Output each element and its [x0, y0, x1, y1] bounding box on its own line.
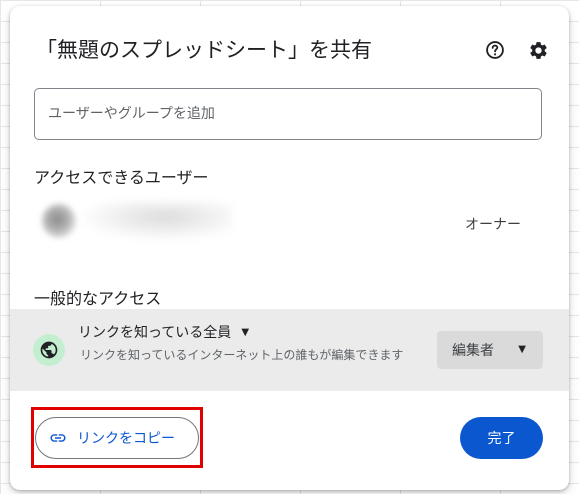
avatar [42, 204, 76, 238]
add-people-input[interactable] [34, 88, 542, 140]
general-access-heading: 一般的なアクセス [34, 289, 162, 308]
gear-icon[interactable] [527, 39, 549, 61]
access-role-label: 編集者 [452, 343, 494, 359]
caret-down-icon: ▼ [518, 344, 526, 355]
owner-role-label: オーナー [465, 217, 521, 233]
link-icon [49, 429, 67, 447]
caret-down-icon: ▼ [241, 326, 250, 338]
copy-link-button[interactable]: リンクをコピー [35, 417, 199, 459]
access-description: リンクを知っているインターネット上の誰もが編集できます [80, 348, 404, 362]
share-dialog: 「無題のスプレッドシート」を共有 アクセスできるユーザー オーナー 一般的なアク… [10, 6, 569, 490]
general-access-row: リンクを知っている全員 ▼ リンクを知っているインターネット上の誰もが編集できま… [10, 309, 569, 391]
globe-icon [33, 334, 65, 366]
help-icon[interactable] [484, 39, 506, 61]
people-with-access-heading: アクセスできるユーザー [34, 168, 209, 187]
done-label: 完了 [487, 431, 516, 447]
dialog-title: 「無題のスプレッドシート」を共有 [36, 38, 372, 62]
copy-link-label: リンクをコピー [77, 431, 175, 447]
done-button[interactable]: 完了 [460, 417, 543, 459]
blurred-user-info [82, 202, 232, 240]
access-scope-label: リンクを知っている全員 [78, 325, 232, 341]
access-role-dropdown[interactable]: 編集者 ▼ [437, 331, 543, 369]
user-row-owner: オーナー [22, 192, 557, 250]
access-scope-dropdown[interactable]: リンクを知っている全員 ▼ [78, 322, 249, 342]
